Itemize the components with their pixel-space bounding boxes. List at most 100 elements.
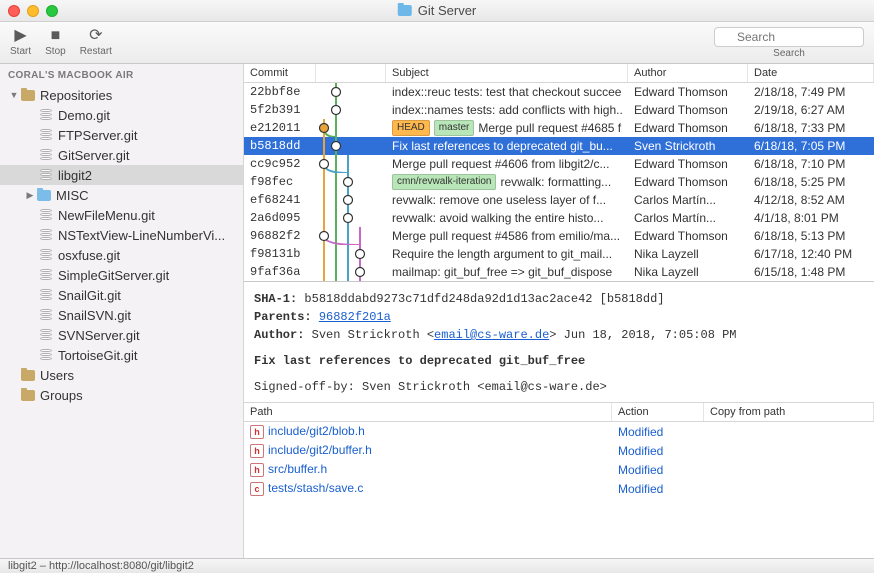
col-author-header[interactable]: Author	[628, 64, 748, 82]
sidebar-repo-item[interactable]: osxfuse.git	[0, 245, 243, 265]
sidebar-item-repositories[interactable]: ▼ Repositories	[0, 85, 243, 105]
commit-row[interactable]: e212011HEADmasterMerge pull request #468…	[244, 119, 874, 137]
commit-date: 6/18/18, 7:33 PM	[748, 121, 874, 135]
sidebar-repo-item[interactable]: NewFileMenu.git	[0, 205, 243, 225]
commit-date: 6/18/18, 5:13 PM	[748, 229, 874, 243]
commit-date: 6/15/18, 1:48 PM	[748, 265, 874, 279]
search-input[interactable]	[714, 27, 864, 47]
commit-row[interactable]: cc9c952Merge pull request #4606 from lib…	[244, 155, 874, 173]
restart-label: Restart	[80, 46, 112, 57]
file-path-cell: c tests/stash/save.c	[244, 481, 612, 496]
sidebar-repo-item[interactable]: SnailSVN.git	[0, 305, 243, 325]
col-action-header[interactable]: Action	[612, 403, 704, 421]
commit-hash: 9faf36a	[244, 265, 316, 279]
file-type-icon: c	[250, 482, 264, 496]
repo-label: osxfuse.git	[58, 248, 120, 263]
commit-row[interactable]: 22bbf8eindex::reuc tests: test that chec…	[244, 83, 874, 101]
file-path[interactable]: include/git2/blob.h	[268, 424, 365, 438]
author-name: Sven Strickroth <	[312, 328, 434, 342]
sha-label: SHA-1:	[254, 292, 297, 306]
commit-graph	[316, 173, 386, 191]
commit-author: Sven Strickroth	[628, 139, 748, 153]
author-label: Author:	[254, 328, 304, 342]
sidebar-repo-item[interactable]: libgit2	[0, 165, 243, 185]
sidebar-repo-item[interactable]: Demo.git	[0, 105, 243, 125]
file-row[interactable]: h include/git2/blob.h Modified	[244, 422, 874, 441]
commit-date: 6/18/18, 5:25 PM	[748, 175, 874, 189]
sidebar-repo-item[interactable]: ▶MISC	[0, 185, 243, 205]
repositories-label: Repositories	[40, 88, 112, 103]
commit-graph	[316, 245, 386, 263]
commit-graph	[316, 119, 386, 137]
file-path[interactable]: tests/stash/save.c	[268, 481, 363, 495]
disclosure-icon[interactable]: ▶	[24, 190, 36, 201]
commit-hash: 5f2b391	[244, 103, 316, 117]
db-icon	[38, 308, 54, 322]
repo-label: Demo.git	[58, 108, 110, 123]
db-icon	[38, 228, 54, 242]
commit-row[interactable]: 2a6d095revwalk: avoid walking the entire…	[244, 209, 874, 227]
file-type-icon: h	[250, 425, 264, 439]
sidebar-repo-item[interactable]: SimpleGitServer.git	[0, 265, 243, 285]
commit-subject: Require the length argument to git_mail.…	[386, 247, 628, 261]
play-icon: ▶	[14, 28, 26, 44]
ref-tag: cmn/revwalk-iteration	[392, 174, 496, 190]
commit-author: Carlos Martín...	[628, 193, 748, 207]
file-row[interactable]: hinclude/git2/buffer.hModified	[244, 441, 874, 460]
col-path-header[interactable]: Path	[244, 403, 612, 421]
content-area: Commit Subject Author Date 22bbf8eindex:…	[244, 64, 874, 558]
start-button[interactable]: ▶ Start	[10, 28, 31, 57]
commit-hash: 22bbf8e	[244, 85, 316, 99]
sidebar-repo-item[interactable]: NSTextView-LineNumberVi...	[0, 225, 243, 245]
stop-button[interactable]: ■ Stop	[45, 28, 66, 57]
sidebar-repo-item[interactable]: FTPServer.git	[0, 125, 243, 145]
repo-label: NSTextView-LineNumberVi...	[58, 228, 225, 243]
zoom-window-button[interactable]	[46, 5, 58, 17]
statusbar: libgit2 – http://localhost:8080/git/libg…	[0, 558, 874, 573]
col-copy-header[interactable]: Copy from path	[704, 403, 874, 421]
col-commit-header[interactable]: Commit	[244, 64, 316, 82]
sidebar-item-groups[interactable]: Groups	[0, 385, 243, 405]
commit-date: 2/19/18, 6:27 AM	[748, 103, 874, 117]
commit-row[interactable]: ef68241revwalk: remove one useless layer…	[244, 191, 874, 209]
file-row[interactable]: hsrc/buffer.hModified	[244, 460, 874, 479]
author-email-link[interactable]: email@cs-ware.de	[434, 328, 549, 342]
minimize-window-button[interactable]	[27, 5, 39, 17]
commit-row[interactable]: f98131bRequire the length argument to gi…	[244, 245, 874, 263]
commit-row[interactable]: 5f2b391 index::names tests: add conflicts…	[244, 101, 874, 119]
restart-button[interactable]: ⟳ Restart	[80, 28, 112, 57]
commit-subject: index::names tests: add conflicts with h…	[386, 103, 628, 117]
file-path[interactable]: src/buffer.h	[268, 462, 327, 476]
sidebar-repo-item[interactable]: GitServer.git	[0, 145, 243, 165]
sidebar-repo-item[interactable]: SnailGit.git	[0, 285, 243, 305]
commit-row[interactable]: b5818ddFix last references to deprecated…	[244, 137, 874, 155]
commit-row[interactable]: 96882f2Merge pull request #4586 from emi…	[244, 227, 874, 245]
sidebar-repo-item[interactable]: TortoiseGit.git	[0, 345, 243, 365]
file-action: Modified	[612, 425, 704, 439]
col-subject-header[interactable]: Subject	[386, 64, 628, 82]
file-path[interactable]: include/git2/buffer.h	[268, 443, 372, 457]
users-label: Users	[40, 368, 74, 383]
commit-row[interactable]: 9faf36amailmap: git_buf_free => git_buf_…	[244, 263, 874, 281]
col-date-header[interactable]: Date	[748, 64, 874, 82]
db-icon	[38, 288, 54, 302]
commit-graph	[316, 191, 386, 209]
commit-author: Edward Thomson	[628, 157, 748, 171]
commits-list[interactable]: 22bbf8eindex::reuc tests: test that chec…	[244, 83, 874, 281]
commit-hash: cc9c952	[244, 157, 316, 171]
commit-hash: e212011	[244, 121, 316, 135]
files-list[interactable]: hinclude/git2/blob.hModifiedhinclude/git…	[244, 422, 874, 498]
groups-label: Groups	[40, 388, 83, 403]
parent-link[interactable]: 96882f201a	[319, 310, 391, 324]
sidebar-item-users[interactable]: Users	[0, 365, 243, 385]
folder-icon	[20, 388, 36, 402]
file-type-icon: h	[250, 463, 264, 477]
sidebar[interactable]: CORAL'S MACBOOK AIR ▼ Repositories Demo.…	[0, 64, 244, 558]
toolbar: ▶ Start ■ Stop ⟳ Restart 🔍 Search	[0, 22, 874, 64]
ref-tag: HEAD	[392, 120, 430, 136]
close-window-button[interactable]	[8, 5, 20, 17]
sidebar-repo-item[interactable]: SVNServer.git	[0, 325, 243, 345]
disclosure-icon[interactable]: ▼	[8, 90, 20, 100]
file-row[interactable]: ctests/stash/save.cModified	[244, 479, 874, 498]
commit-row[interactable]: f98feccmn/revwalk-iterationrevwalk: form…	[244, 173, 874, 191]
